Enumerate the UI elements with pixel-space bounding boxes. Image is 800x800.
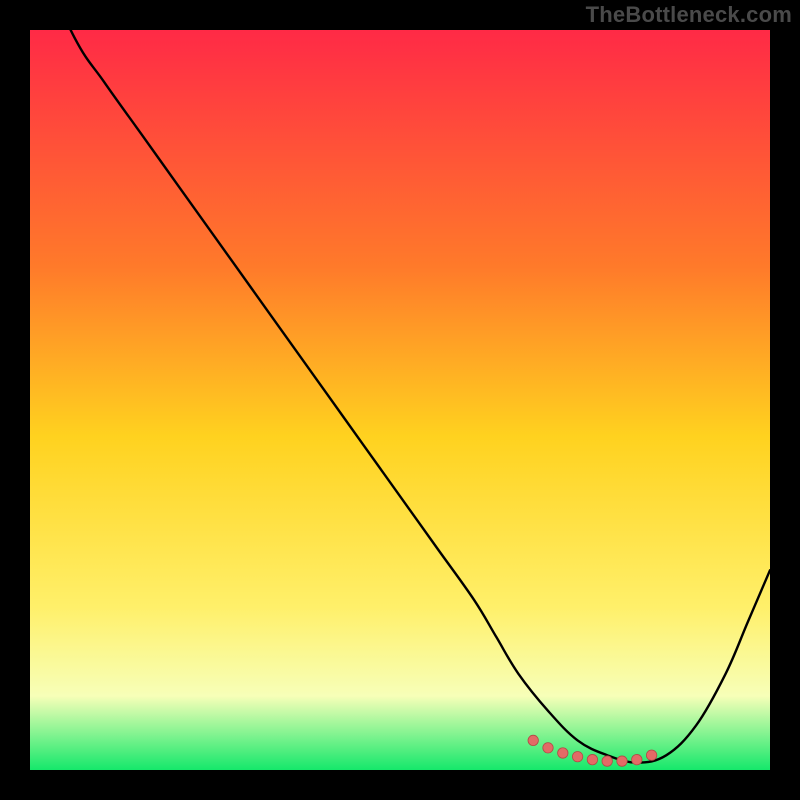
optimal-marker — [617, 756, 627, 766]
watermark-text: TheBottleneck.com — [586, 2, 792, 28]
optimal-marker — [646, 750, 656, 760]
optimal-marker — [587, 754, 597, 764]
optimal-marker — [528, 735, 538, 745]
optimal-marker — [572, 751, 582, 761]
optimal-marker — [602, 756, 612, 766]
optimal-marker — [632, 754, 642, 764]
bottleneck-chart — [30, 30, 770, 770]
plot-area — [30, 30, 770, 770]
chart-frame: TheBottleneck.com — [0, 0, 800, 800]
optimal-marker — [558, 748, 568, 758]
gradient-backdrop — [30, 30, 770, 770]
optimal-marker — [543, 743, 553, 753]
